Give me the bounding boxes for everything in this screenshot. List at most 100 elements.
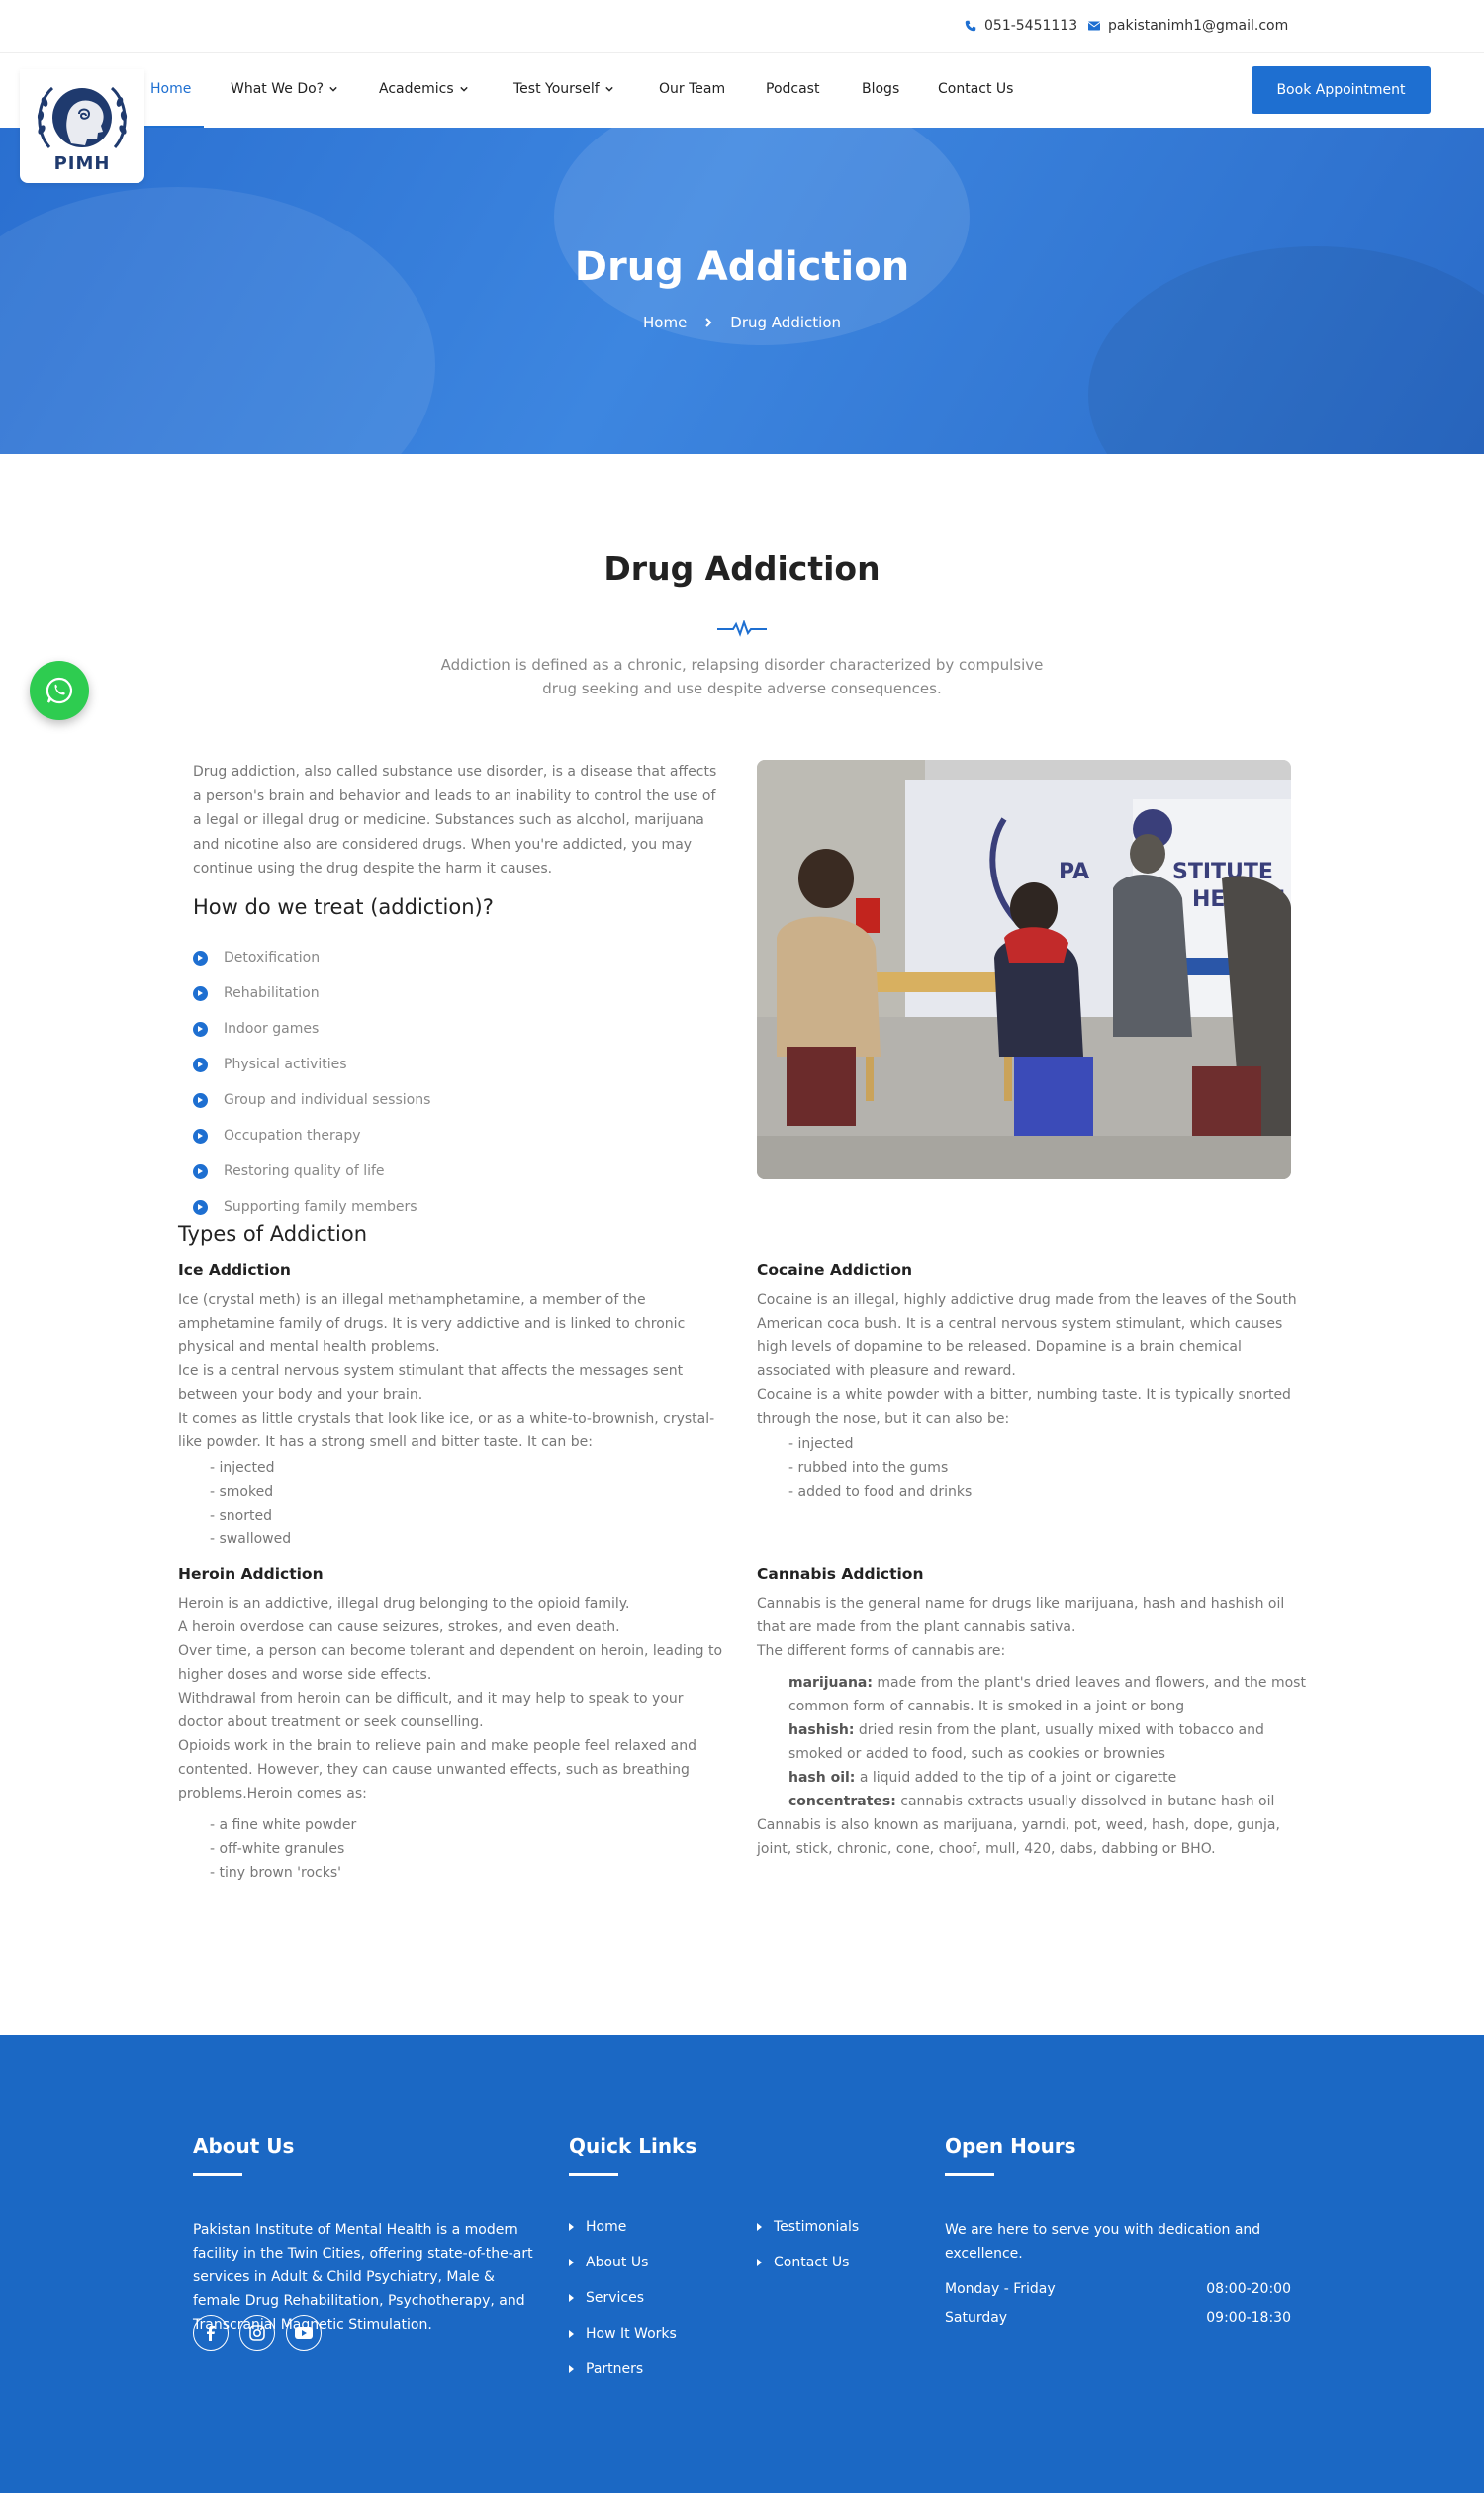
- nav-test-yourself[interactable]: Test Yourself: [513, 81, 613, 97]
- footer-divider: [569, 2173, 618, 2176]
- play-circle-icon: [193, 1128, 208, 1144]
- footer-divider: [193, 2173, 242, 2176]
- footer-divider: [945, 2173, 994, 2176]
- list-item: - swallowed: [210, 1531, 292, 1547]
- nav-contact-us[interactable]: Contact Us: [938, 81, 1013, 97]
- cannabis-addiction-title: Cannabis Addiction: [757, 1565, 924, 1583]
- whatsapp-button[interactable]: [30, 661, 89, 720]
- heroin-form-list: - a fine white powder - off-white granul…: [178, 1813, 727, 1885]
- play-circle-icon: [193, 985, 208, 1001]
- play-circle-icon: [193, 1092, 208, 1108]
- ice-line: It comes as little crystals that look li…: [178, 1411, 715, 1450]
- types-heading: Types of Addiction: [178, 1222, 368, 1246]
- footer-link-how-it-works[interactable]: How It Works: [569, 2326, 677, 2342]
- list-item: - tiny brown 'rocks': [210, 1865, 341, 1881]
- breadcrumb-current: Drug Addiction: [730, 314, 841, 331]
- list-item: Restoring quality of life: [193, 1154, 430, 1189]
- footer-link-about[interactable]: About Us: [569, 2255, 648, 2270]
- list-item: hash oil: a liquid added to the tip of a…: [788, 1766, 1306, 1790]
- list-item: - off-white granules: [210, 1841, 345, 1857]
- heroin-addiction-section: Heroin Addiction Heroin is an addictive,…: [178, 1562, 727, 1885]
- play-circle-icon: [193, 1199, 208, 1215]
- cocaine-addiction-section: Cocaine Addiction Cocaine is an illegal,…: [757, 1258, 1306, 1504]
- book-appointment-button[interactable]: Book Appointment: [1252, 66, 1431, 114]
- footer-link-label: About Us: [586, 2255, 649, 2270]
- pimh-emblem: [37, 86, 128, 149]
- ice-addiction-title: Ice Addiction: [178, 1261, 291, 1279]
- ice-line: Ice is a central nervous system stimulan…: [178, 1363, 684, 1403]
- hours-time: 08:00-20:00: [1206, 2281, 1291, 2297]
- footer-link-partners[interactable]: Partners: [569, 2361, 643, 2377]
- nav-blogs-label: Blogs: [862, 81, 900, 97]
- footer-link-label: Partners: [586, 2361, 644, 2377]
- breadcrumb: Home Drug Addiction: [0, 314, 1484, 331]
- heroin-addiction-title: Heroin Addiction: [178, 1565, 324, 1583]
- site-logo[interactable]: PIMH: [20, 69, 144, 183]
- nav-academics[interactable]: Academics: [379, 81, 468, 97]
- rehab-center-photo: PA STITUTE HEALTH: [757, 760, 1291, 1179]
- instagram-icon[interactable]: [239, 2315, 275, 2351]
- nav-podcast-label: Podcast: [766, 81, 820, 97]
- treatment-item-label: Restoring quality of life: [224, 1163, 385, 1179]
- footer-link-contact[interactable]: Contact Us: [757, 2255, 849, 2270]
- cannabis-line: The different forms of cannabis are:: [757, 1643, 1006, 1659]
- heroin-line: Opioids work in the brain to relieve pai…: [178, 1738, 697, 1801]
- cannabis-line: Cannabis is the general name for drugs l…: [757, 1596, 1285, 1635]
- photo-illustration: PA STITUTE HEALTH: [757, 760, 1291, 1179]
- list-item: - a fine white powder: [210, 1817, 357, 1833]
- list-item: concentrates: cannabis extracts usually …: [788, 1790, 1306, 1813]
- nav-home[interactable]: Home: [150, 81, 191, 97]
- ice-use-list: - injected - smoked - snorted - swallowe…: [178, 1456, 727, 1551]
- instagram-glyph: [249, 2325, 265, 2341]
- list-item: Supporting family members: [193, 1189, 430, 1225]
- top-bar: 051-5451113 pakistanimh1@gmail.com: [0, 0, 1484, 53]
- phone-icon: [965, 20, 976, 32]
- footer-link-testimonials[interactable]: Testimonials: [757, 2219, 859, 2235]
- nav-blogs[interactable]: Blogs: [862, 81, 899, 97]
- form-term: hash oil:: [788, 1770, 856, 1786]
- email-contact[interactable]: pakistanimh1@gmail.com: [1088, 18, 1288, 34]
- youtube-icon[interactable]: [286, 2315, 322, 2351]
- phone-contact[interactable]: 051-5451113: [965, 18, 1077, 34]
- nav-podcast[interactable]: Podcast: [766, 81, 819, 97]
- heroin-line: A heroin overdose can cause seizures, st…: [178, 1619, 620, 1635]
- phone-number: 051-5451113: [984, 18, 1078, 34]
- footer-about-title: About Us: [193, 2134, 295, 2158]
- cocaine-use-list: - injected - rubbed into the gums - adde…: [757, 1432, 1306, 1504]
- treatment-item-label: Rehabilitation: [224, 985, 320, 1001]
- play-circle-icon: [193, 1021, 208, 1037]
- form-term: marijuana:: [788, 1675, 873, 1691]
- facebook-glyph: [207, 2325, 215, 2341]
- hours-time: 09:00-18:30: [1206, 2310, 1291, 2326]
- treatment-item-label: Detoxification: [224, 950, 321, 966]
- caret-right-icon: [569, 2259, 574, 2266]
- nav-academics-label: Academics: [379, 81, 454, 97]
- breadcrumb-home[interactable]: Home: [643, 314, 687, 331]
- nav-our-team[interactable]: Our Team: [659, 81, 725, 97]
- list-item: - injected: [788, 1436, 854, 1452]
- mail-icon: [1088, 21, 1100, 31]
- footer-link-label: Testimonials: [774, 2219, 860, 2235]
- caret-right-icon: [569, 2330, 574, 2338]
- nav-what-we-do-label: What We Do?: [231, 81, 325, 97]
- intro-paragraph: Drug addiction, also called substance us…: [193, 764, 717, 877]
- footer-link-home[interactable]: Home: [569, 2219, 626, 2235]
- chevron-down-icon: [459, 86, 468, 92]
- list-item: - rubbed into the gums: [788, 1460, 949, 1476]
- footer-link-services[interactable]: Services: [569, 2290, 644, 2306]
- logo-text: PIMH: [53, 153, 111, 174]
- list-item: Detoxification: [193, 940, 430, 975]
- list-item: Physical activities: [193, 1047, 430, 1082]
- list-item: - injected: [210, 1460, 275, 1476]
- list-item: Occupation therapy: [193, 1118, 430, 1154]
- nav-what-we-do[interactable]: What We Do?: [231, 81, 337, 97]
- list-item: hashish: dried resin from the plant, usu…: [788, 1718, 1306, 1766]
- heroin-line: Over time, a person can become tolerant …: [178, 1643, 723, 1683]
- site-footer: About Us Pakistan Institute of Mental He…: [0, 2035, 1484, 2493]
- list-item: Group and individual sessions: [193, 1082, 430, 1118]
- nav-test-yourself-label: Test Yourself: [513, 81, 600, 97]
- play-circle-icon: [193, 1163, 208, 1179]
- ice-addiction-section: Ice Addiction Ice (crystal meth) is an i…: [178, 1258, 727, 1551]
- facebook-icon[interactable]: [193, 2315, 229, 2351]
- section-subtitle: Addiction is defined as a chronic, relap…: [440, 656, 1044, 697]
